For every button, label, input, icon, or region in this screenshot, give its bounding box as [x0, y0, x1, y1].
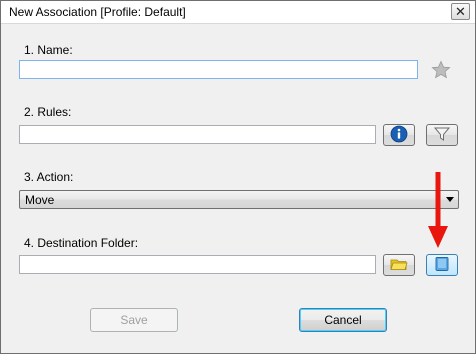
info-icon: [390, 125, 408, 146]
destination-input[interactable]: [20, 256, 375, 273]
name-input[interactable]: [20, 61, 417, 78]
folder-icon: [390, 256, 408, 275]
action-selected-value: Move: [25, 193, 55, 207]
destination-label: 4. Destination Folder:: [24, 236, 139, 250]
destination-field[interactable]: [19, 255, 376, 274]
folder-select-icon: [434, 256, 450, 275]
close-icon: ✕: [455, 4, 466, 19]
action-dropdown[interactable]: Move: [19, 190, 459, 209]
cancel-button[interactable]: Cancel: [299, 308, 387, 332]
title-bar: New Association [Profile: Default] ✕: [1, 1, 475, 24]
browse-folder-button[interactable]: [383, 254, 415, 276]
rules-label: 2. Rules:: [24, 105, 72, 119]
save-button[interactable]: Save: [90, 308, 178, 332]
close-button[interactable]: ✕: [451, 3, 470, 20]
dialog-content: 1. Name: 2. Rules: 3. Action: Move 4. De…: [1, 24, 475, 353]
rules-info-button[interactable]: [383, 124, 415, 146]
rules-input[interactable]: [20, 126, 375, 143]
filter-icon: [433, 125, 451, 146]
star-icon[interactable]: [431, 60, 451, 83]
action-label: 3. Action:: [24, 170, 74, 184]
name-label: 1. Name:: [24, 43, 73, 57]
save-button-label: Save: [120, 313, 148, 327]
annotation-arrow-icon: [426, 172, 450, 253]
window-title: New Association [Profile: Default]: [9, 5, 186, 19]
select-folder-button[interactable]: [426, 254, 458, 276]
rules-field[interactable]: [19, 125, 376, 144]
dialog-window: New Association [Profile: Default] ✕ 1. …: [0, 0, 476, 354]
rules-filter-button[interactable]: [426, 124, 458, 146]
name-field[interactable]: [19, 60, 418, 79]
cancel-button-label: Cancel: [324, 313, 362, 327]
